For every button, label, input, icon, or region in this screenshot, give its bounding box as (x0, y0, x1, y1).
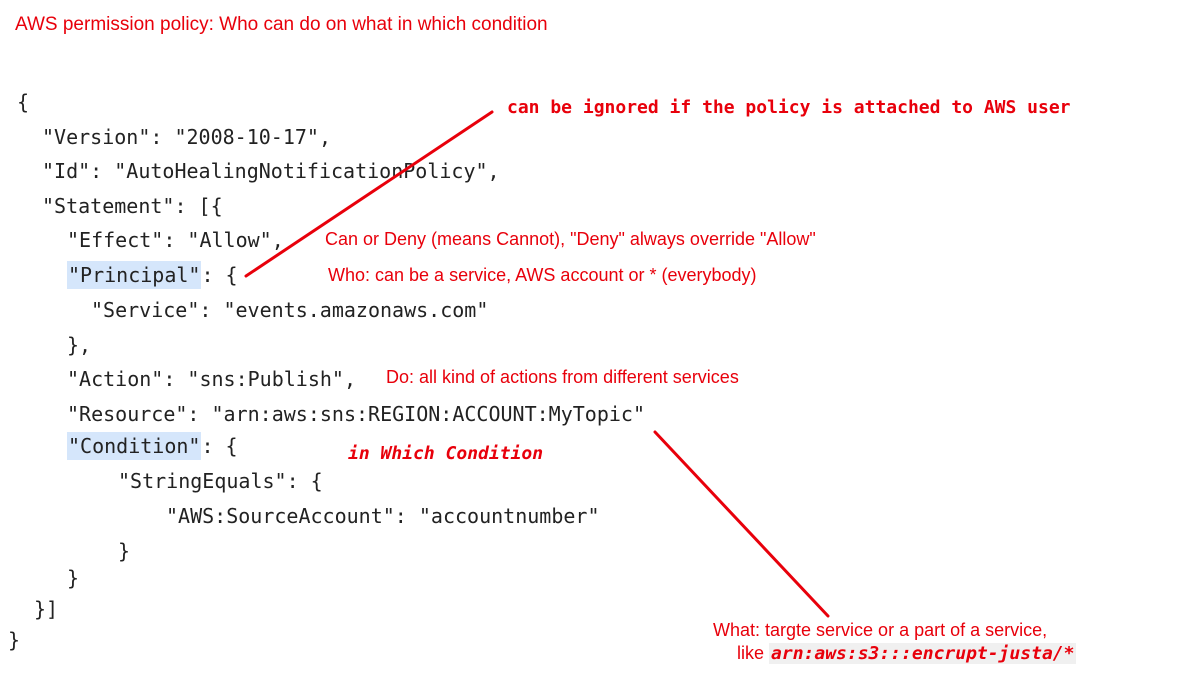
id-value: : "AutoHealingNotificationPolicy", (90, 159, 500, 183)
code-line-effect: "Effect": "Allow", (67, 230, 284, 250)
condition-open: : { (201, 434, 238, 458)
resource-like-label: like (737, 643, 770, 663)
code-line-resource: "Resource": "arn:aws:sns:REGION:ACCOUNT:… (67, 404, 645, 424)
effect-value: : "Allow", (163, 228, 284, 252)
statement-key: "Statement" (42, 194, 175, 218)
code-condition-close: } (67, 566, 80, 590)
code-principal-close: }, (67, 333, 92, 357)
annotation-resource-note: What: targte service or a part of a serv… (713, 620, 1048, 640)
resource-value: : "arn:aws:sns:REGION:ACCOUNT:MyTopic" (187, 402, 645, 426)
code-close-brace: } (8, 628, 21, 652)
sourceaccount-value: : "accountnumber" (394, 504, 600, 528)
code-line-action: "Action": "sns:Publish", (67, 369, 356, 389)
stringequals-open: : { (286, 469, 323, 493)
service-value: : "events.amazonaws.com" (199, 298, 489, 322)
version-value: : "2008-10-17", (150, 125, 331, 149)
action-key: "Action" (67, 367, 164, 391)
code-line-version: "Version": "2008-10-17", (42, 127, 331, 147)
code-line-principal: "Principal": { (67, 261, 238, 289)
resource-key: "Resource" (67, 402, 188, 426)
resource-pointer-line (653, 430, 830, 618)
stringequals-key: "StringEquals" (118, 469, 287, 493)
code-line-condition: "Condition": { (67, 432, 238, 460)
annotation-condition-note: in Which Condition (348, 443, 544, 464)
annotation-principal-note: Who: can be a service, AWS account or * … (328, 265, 757, 285)
effect-key: "Effect" (67, 228, 164, 252)
code-stringequals-close: } (118, 539, 131, 563)
annotation-effect-note: Can or Deny (means Cannot), "Deny" alway… (325, 229, 816, 249)
annotation-resource-example-line: like arn:aws:s3:::encrupt-justa/* (737, 643, 1077, 664)
code-line-sourceaccount: "AWS:SourceAccount": "accountnumber" (166, 506, 599, 526)
code-line-id: "Id": "AutoHealingNotificationPolicy", (42, 161, 500, 181)
annotation-action-note: Do: all kind of actions from different s… (386, 367, 739, 387)
annotation-ignored-note: can be ignored if the policy is attached… (507, 97, 1071, 118)
version-key: "Version" (42, 125, 151, 149)
code-line-stringequals: "StringEquals": { (118, 471, 323, 491)
principal-open: : { (201, 263, 238, 287)
code-line-statement: "Statement": [{ (42, 196, 223, 216)
resource-arn-example: arn:aws:s3:::encrupt-justa/* (769, 643, 1077, 664)
action-value: : "sns:Publish", (163, 367, 356, 391)
service-key: "Service" (91, 298, 200, 322)
condition-key-highlighted: "Condition" (67, 432, 202, 460)
code-line-service: "Service": "events.amazonaws.com" (91, 300, 488, 320)
code-open-brace: { (17, 90, 30, 114)
page-title: AWS permission policy: Who can do on wha… (15, 14, 548, 35)
principal-key-highlighted: "Principal" (67, 261, 202, 289)
sourceaccount-key: "AWS:SourceAccount" (166, 504, 395, 528)
statement-open: : [{ (174, 194, 223, 218)
code-statement-close: }] (34, 597, 59, 621)
id-key: "Id" (42, 159, 91, 183)
